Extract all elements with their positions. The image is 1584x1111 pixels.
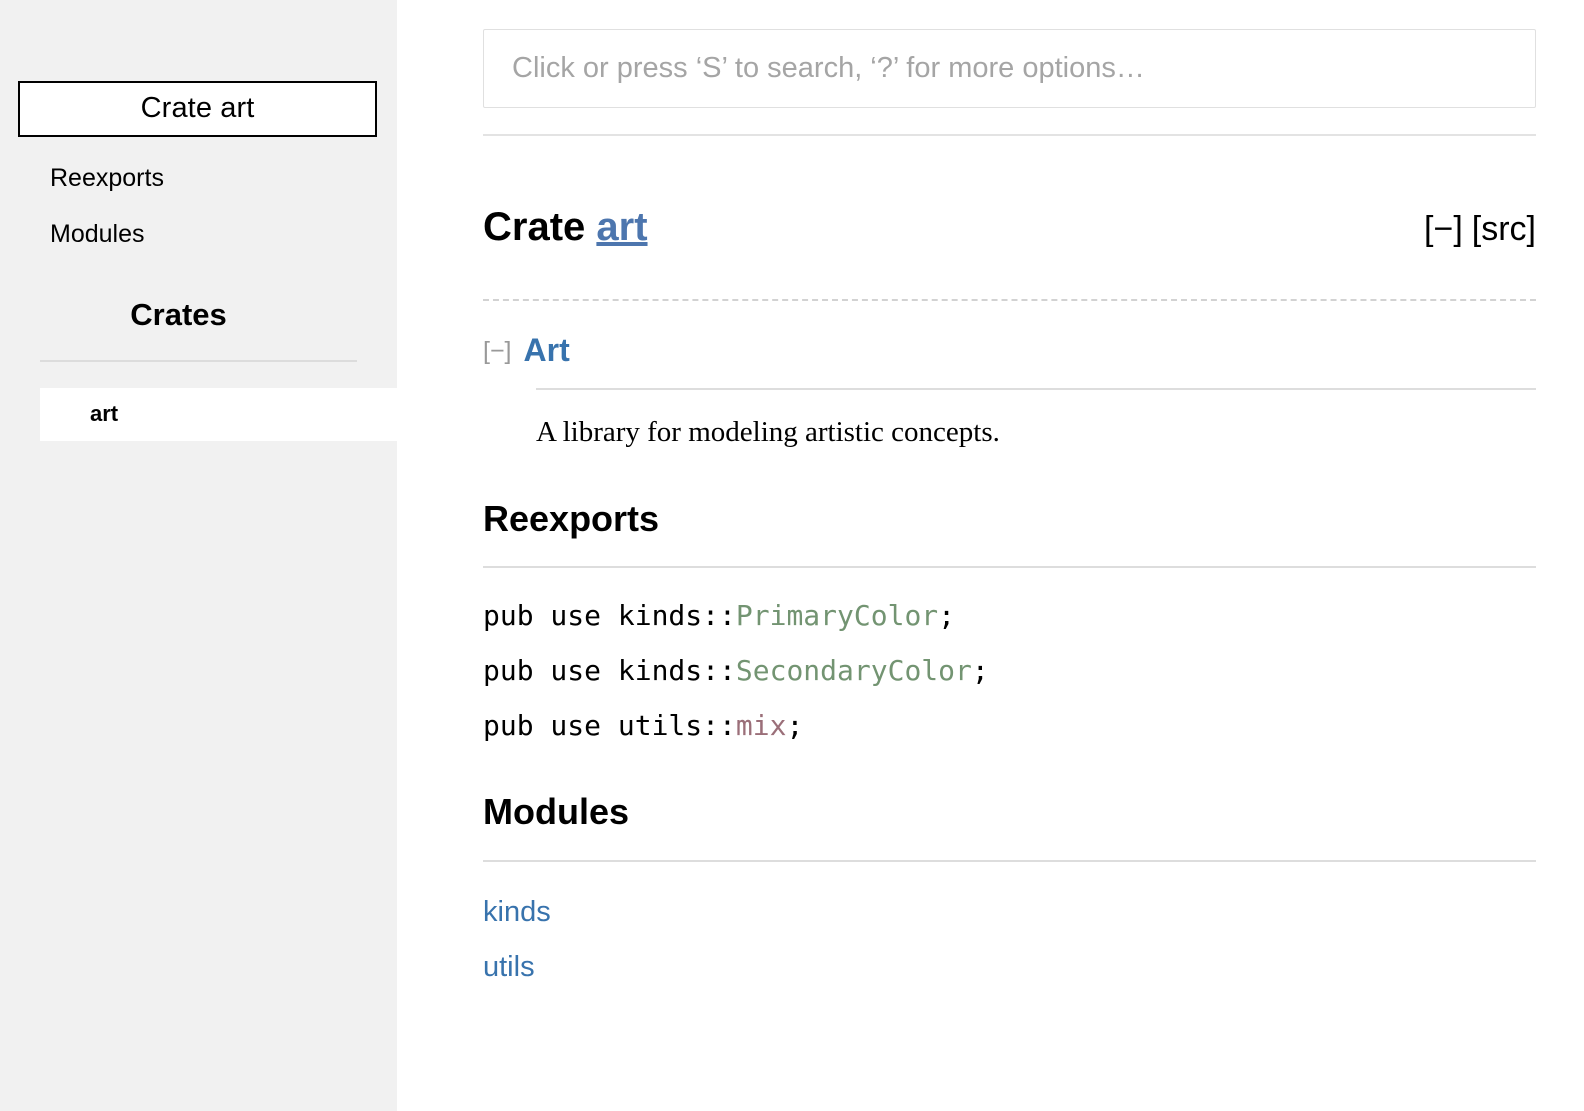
search-input[interactable] xyxy=(483,29,1536,108)
sidebar-crates-divider xyxy=(40,360,357,362)
reexports-list: pub use kinds::PrimaryColor; pub use kin… xyxy=(483,602,1536,740)
section-heading-modules: Modules xyxy=(483,794,1536,830)
reexports-divider xyxy=(483,566,1536,568)
sidebar-crate-box[interactable]: Crate art xyxy=(18,81,377,137)
reexport-prefix: pub use kinds:: xyxy=(483,599,736,632)
reexport-name-link[interactable]: mix xyxy=(736,709,787,742)
reexport-item: pub use kinds::PrimaryColor; xyxy=(483,602,1536,630)
reexport-suffix: ; xyxy=(938,599,955,632)
reexport-prefix: pub use utils:: xyxy=(483,709,736,742)
reexport-prefix: pub use kinds:: xyxy=(483,654,736,687)
sidebar: Crate art Reexports Modules Crates art xyxy=(0,0,397,1111)
crate-doc-block: [−] Art A library for modeling artistic … xyxy=(483,334,1536,447)
sidebar-crate-label: Crate art xyxy=(141,92,255,124)
reexport-name-link[interactable]: PrimaryColor xyxy=(736,599,938,632)
modules-divider xyxy=(483,860,1536,862)
page-title: Crate art xyxy=(483,207,648,247)
page-title-crate-link[interactable]: art xyxy=(596,205,647,249)
crate-title-divider xyxy=(483,299,1536,301)
reexport-item: pub use utils::mix; xyxy=(483,712,1536,740)
reexport-suffix: ; xyxy=(786,709,803,742)
main-content: Crate art [−][src] [−] Art A library for… xyxy=(397,0,1584,1111)
sidebar-item-reexports[interactable]: Reexports xyxy=(50,166,397,191)
sidebar-item-modules[interactable]: Modules xyxy=(50,222,397,247)
collapse-all-toggle[interactable]: [−] xyxy=(1424,210,1463,248)
search-divider xyxy=(483,134,1536,136)
reexport-suffix: ; xyxy=(972,654,989,687)
sidebar-crate-list: art xyxy=(0,388,397,441)
doc-collapse-toggle[interactable]: [−] xyxy=(483,339,512,364)
title-actions: [−][src] xyxy=(1424,212,1536,246)
crate-doc-head: [−] Art xyxy=(483,334,1536,366)
crate-title-row: Crate art [−][src] xyxy=(483,180,1536,274)
rustdoc-page: Crate art Reexports Modules Crates art C… xyxy=(0,0,1584,1111)
section-heading-reexports: Reexports xyxy=(483,501,1536,537)
sidebar-nav: Reexports Modules xyxy=(0,166,397,247)
src-link[interactable]: [src] xyxy=(1472,210,1536,248)
page-title-prefix: Crate xyxy=(483,205,596,249)
module-link-kinds[interactable]: kinds xyxy=(483,898,1536,927)
modules-list: kinds utils xyxy=(483,898,1536,982)
reexport-item: pub use kinds::SecondaryColor; xyxy=(483,657,1536,685)
sidebar-crates-heading: Crates xyxy=(0,299,397,330)
doc-heading-art[interactable]: Art xyxy=(524,334,570,366)
reexport-name-link[interactable]: SecondaryColor xyxy=(736,654,972,687)
search-bar xyxy=(483,29,1536,108)
module-link-utils[interactable]: utils xyxy=(483,953,1536,982)
sidebar-crate-item-art[interactable]: art xyxy=(40,388,397,441)
doc-heading-divider xyxy=(536,388,1536,390)
crate-description: A library for modeling artistic concepts… xyxy=(536,418,1536,447)
